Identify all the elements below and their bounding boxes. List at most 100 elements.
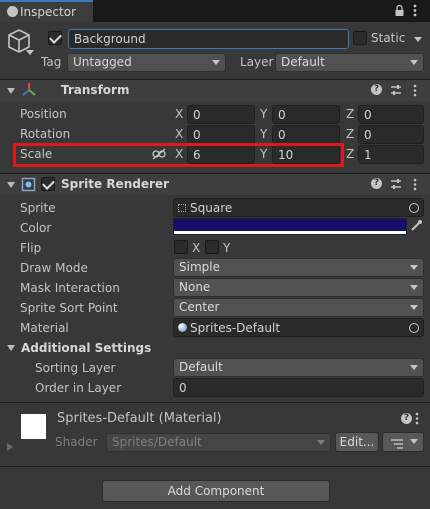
scale-z-input[interactable]: 1	[358, 145, 424, 164]
help-icon[interactable]: ?	[401, 413, 412, 424]
context-menu-icon[interactable]	[413, 84, 417, 97]
chevron-down-icon	[410, 439, 418, 444]
sprite-sort-point-label: Sprite Sort Point	[20, 301, 118, 315]
edit-shader-button[interactable]: Edit...	[335, 432, 379, 452]
chevron-down-icon	[410, 265, 418, 270]
color-swatch[interactable]	[173, 218, 407, 235]
sprite-renderer-enabled-checkbox[interactable]	[41, 177, 55, 191]
chevron-down-icon	[410, 285, 418, 290]
position-x-input[interactable]: 0	[187, 105, 255, 124]
layer-label: Layer	[240, 55, 274, 69]
icon-dropdown-arrow-icon[interactable]	[26, 50, 34, 55]
material-asset-icon	[178, 323, 187, 332]
mask-interaction-dropdown[interactable]: None	[173, 278, 424, 297]
object-picker-icon[interactable]	[409, 323, 419, 333]
shader-dropdown[interactable]: Sprites/Default	[106, 433, 331, 452]
context-menu-icon[interactable]	[415, 412, 419, 425]
axis-z-label[interactable]: Z	[346, 107, 354, 121]
flip-y-checkbox[interactable]	[205, 240, 219, 254]
layer-value: Default	[281, 55, 325, 69]
draw-mode-value: Simple	[179, 260, 220, 274]
mask-interaction-value: None	[179, 280, 211, 294]
scale-highlight-box	[13, 143, 344, 167]
shader-label: Shader	[55, 435, 98, 449]
material-preview	[21, 414, 46, 439]
divider	[0, 466, 430, 467]
sprite-renderer-icon	[21, 177, 36, 192]
sprite-value: Square	[190, 201, 233, 215]
foldout-arrow-icon[interactable]	[7, 182, 15, 188]
static-dropdown-arrow-icon[interactable]	[414, 37, 422, 42]
tab-label: Inspector	[20, 5, 76, 19]
context-menu-icon[interactable]	[413, 178, 417, 191]
list-icon	[391, 438, 403, 449]
material-label: Material	[20, 321, 69, 335]
tag-value: Untagged	[73, 55, 132, 69]
position-label: Position	[20, 107, 67, 121]
tab-inspector[interactable]: Inspector	[0, 0, 93, 22]
lock-icon[interactable]	[395, 4, 404, 16]
kebab-menu-icon[interactable]	[413, 4, 417, 17]
gameobject-name-input[interactable]: Background	[68, 29, 349, 49]
draw-mode-dropdown[interactable]: Simple	[173, 258, 424, 277]
additional-settings-title[interactable]: Additional Settings	[21, 341, 151, 355]
axis-y-label[interactable]: Y	[260, 127, 267, 141]
order-in-layer-input[interactable]: 0	[173, 378, 424, 397]
color-label: Color	[20, 221, 52, 235]
sprite-sort-point-value: Center	[179, 300, 220, 314]
static-label: Static	[371, 31, 406, 45]
flip-y-label: Y	[223, 241, 231, 255]
sprite-label: Sprite	[20, 201, 56, 215]
axis-x-label[interactable]: X	[175, 107, 183, 121]
sorting-layer-label: Sorting Layer	[35, 361, 116, 375]
flip-label: Flip	[20, 241, 42, 255]
material-foldout-arrow-icon[interactable]	[7, 443, 13, 451]
rotation-z-input[interactable]: 0	[358, 125, 424, 144]
position-z-input[interactable]: 0	[358, 105, 424, 124]
presets-icon[interactable]	[390, 84, 402, 96]
transform-title: Transform	[61, 83, 130, 97]
divider	[0, 402, 430, 403]
object-picker-icon[interactable]	[409, 203, 419, 213]
mask-interaction-label: Mask Interaction	[20, 281, 120, 295]
flip-x-label: X	[192, 241, 201, 255]
foldout-arrow-icon[interactable]	[7, 345, 15, 351]
rotation-y-input[interactable]: 0	[272, 125, 340, 144]
static-checkbox[interactable]	[353, 31, 367, 45]
sprite-sort-point-dropdown[interactable]: Center	[173, 298, 424, 317]
layer-dropdown[interactable]: Default	[275, 53, 424, 72]
sprite-asset-icon	[178, 204, 186, 212]
presets-icon[interactable]	[390, 178, 402, 190]
color-swatch-fill	[174, 219, 406, 231]
sorting-layer-value: Default	[179, 360, 223, 374]
flip-x-checkbox[interactable]	[174, 240, 188, 254]
chevron-down-icon	[410, 60, 418, 65]
tag-dropdown[interactable]: Untagged	[67, 53, 226, 72]
rotation-x-input[interactable]: 0	[187, 125, 255, 144]
axis-y-label[interactable]: Y	[260, 107, 267, 121]
chevron-down-icon	[410, 365, 418, 370]
position-y-input[interactable]: 0	[272, 105, 340, 124]
active-checkbox[interactable]	[48, 31, 62, 45]
tag-label: Tag	[41, 55, 62, 69]
help-icon[interactable]: ?	[371, 84, 382, 95]
add-component-button[interactable]: Add Component	[102, 480, 330, 502]
axis-z-label[interactable]: Z	[346, 127, 354, 141]
foldout-arrow-icon[interactable]	[7, 88, 15, 94]
help-icon[interactable]: ?	[371, 178, 382, 189]
axis-x-label[interactable]: X	[175, 127, 183, 141]
material-object-field[interactable]: Sprites-Default	[173, 318, 424, 337]
draw-mode-label: Draw Mode	[20, 261, 88, 275]
shader-options-dropdown[interactable]	[382, 432, 424, 452]
rotation-label: Rotation	[20, 127, 71, 141]
sprite-renderer-title: Sprite Renderer	[61, 177, 169, 191]
sorting-layer-dropdown[interactable]: Default	[173, 358, 424, 377]
sprite-object-field[interactable]: Square	[173, 198, 424, 217]
chevron-down-icon	[410, 305, 418, 310]
axis-z-label[interactable]: Z	[346, 147, 354, 161]
transform-icon	[21, 82, 37, 98]
order-in-layer-label: Order in Layer	[35, 381, 122, 395]
material-value: Sprites-Default	[190, 321, 281, 335]
eyedropper-icon[interactable]	[410, 219, 423, 232]
material-title: Sprites-Default (Material)	[57, 411, 222, 426]
